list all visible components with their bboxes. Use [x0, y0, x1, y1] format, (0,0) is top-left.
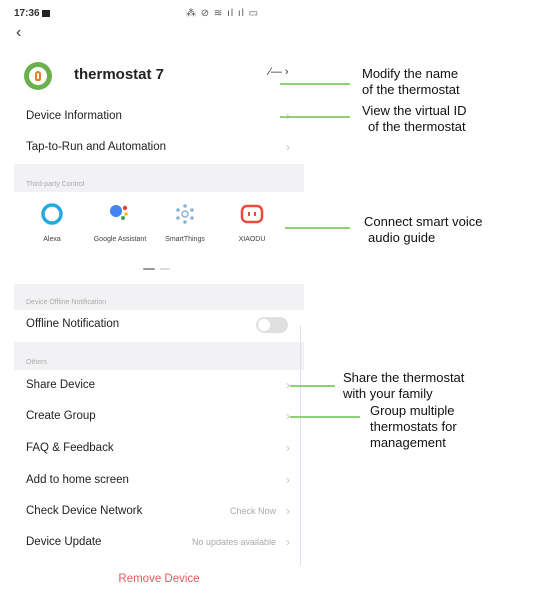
thermostat-avatar-icon [24, 62, 52, 90]
device-header: thermostat 7 ∕— › [24, 62, 294, 92]
callout-line-voice [285, 227, 350, 229]
third-party-smartthings[interactable]: SmartThings [151, 202, 211, 262]
annotation-line: audio guide [368, 230, 436, 245]
annotation-line: with your family [343, 386, 433, 401]
tap-to-run-item[interactable]: Tap-to-Run and Automation › [14, 133, 304, 163]
annotation-group: Group multiple thermostats for managemen… [370, 403, 457, 451]
third-party-google-assistant[interactable]: Google Assistant [86, 202, 146, 262]
xiaodu-icon [240, 204, 264, 224]
annotation-line: Modify the name [362, 66, 459, 81]
annotation-line: thermostats for [370, 419, 457, 434]
offline-notification-label: Offline Notification [26, 318, 120, 330]
chevron-right-icon: › [286, 535, 290, 549]
check-device-network-item[interactable]: Check Device Network Check Now › [14, 497, 304, 527]
third-party-alexa[interactable]: Alexa [18, 202, 78, 262]
third-party-name: XIAODU [238, 236, 266, 243]
third-party-section: Third-party Control [14, 164, 304, 192]
page-indicator [143, 268, 173, 271]
callout-line-modify-name [280, 83, 350, 85]
annotation-modify-name: Modify the name of the thermostat [362, 66, 460, 98]
annotation-line: View the virtual ID [362, 103, 467, 118]
annotation-share: Share the thermostat with your family [343, 370, 464, 402]
add-home-screen-label: Add to home screen [26, 474, 129, 486]
add-home-screen-item[interactable]: Add to home screen › [14, 466, 304, 496]
annotation-line: Connect smart voice [364, 214, 483, 229]
update-status-value: No updates available [191, 537, 276, 547]
chevron-right-icon: › [286, 140, 290, 154]
third-party-section-title: Third-party Control [26, 181, 85, 188]
chevron-right-icon: › [286, 504, 290, 518]
annotation-line: management [370, 435, 446, 450]
offline-section: Device Offline Notification [14, 284, 304, 310]
third-party-xiaodu[interactable]: XIAODU [218, 202, 278, 262]
share-device-label: Share Device [26, 379, 96, 391]
smartthings-icon [176, 204, 194, 224]
faq-feedback-label: FAQ & Feedback [26, 442, 114, 454]
third-party-name: SmartThings [165, 236, 205, 243]
google-assistant-icon [110, 205, 128, 220]
third-party-name: Google Assistant [93, 236, 147, 243]
annotation-voice: Connect smart voice audio guide [364, 214, 483, 246]
check-now-value: Check Now [229, 506, 276, 516]
create-group-item[interactable]: Create Group › [14, 402, 304, 432]
create-group-label: Create Group [26, 410, 96, 422]
device-update-label: Device Update [26, 536, 102, 548]
alexa-icon [41, 203, 63, 225]
annotation-line: of the thermostat [368, 119, 466, 134]
edit-name-icon[interactable]: ∕— › [269, 66, 289, 78]
status-icons: ⁂ ⊘ ≋ ıl ıl ▭ [186, 8, 260, 19]
status-bar: 17:36 ⁂ ⊘ ≋ ıl ıl ▭ [14, 8, 284, 22]
notification-icon [42, 10, 50, 17]
annotation-virtual-id: View the virtual ID of the thermostat [362, 103, 467, 135]
callout-line-group [290, 416, 360, 418]
callout-line-share [290, 385, 335, 387]
chevron-right-icon: › [286, 441, 290, 455]
others-section-title: Others [26, 359, 48, 366]
device-information-label: Device Information [26, 110, 122, 122]
device-update-item[interactable]: Device Update No updates available › [14, 528, 304, 558]
scrollbar[interactable] [300, 325, 301, 565]
annotation-line: Group multiple [370, 403, 455, 418]
remove-device-label: Remove Device [118, 573, 200, 585]
annotation-line: of the thermostat [362, 82, 460, 97]
check-device-network-label: Check Device Network [26, 505, 143, 517]
chevron-right-icon: › [286, 473, 290, 487]
device-name: thermostat 7 [74, 66, 165, 83]
device-information-item[interactable]: Device Information › [14, 102, 304, 132]
faq-feedback-item[interactable]: FAQ & Feedback › [14, 434, 304, 464]
remove-device-button[interactable]: Remove Device [14, 565, 304, 595]
others-section: Others [14, 342, 304, 370]
tap-to-run-label: Tap-to-Run and Automation [26, 141, 167, 153]
offline-notification-toggle[interactable] [256, 317, 288, 333]
back-icon[interactable]: ‹ [16, 24, 21, 42]
callout-line-virtual-id [280, 116, 350, 118]
share-device-item[interactable]: Share Device › [14, 371, 304, 401]
offline-section-title: Device Offline Notification [26, 299, 107, 306]
status-time: 17:36 [14, 8, 40, 19]
annotation-line: Share the thermostat [343, 370, 465, 385]
third-party-name: Alexa [43, 236, 61, 243]
